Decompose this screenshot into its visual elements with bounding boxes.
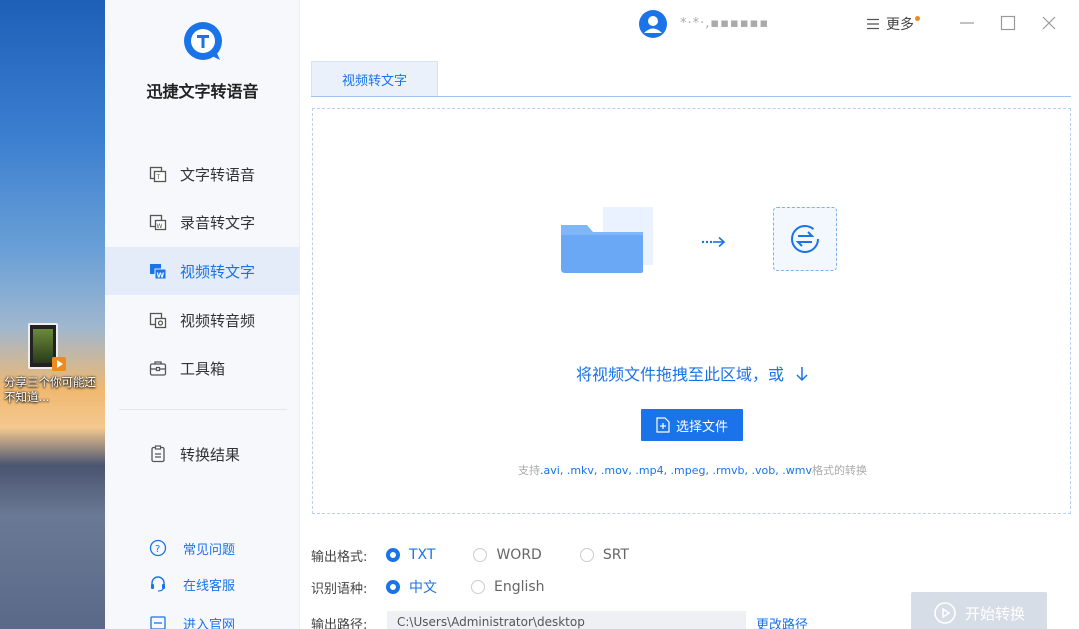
radio-label: 中文 — [409, 580, 437, 596]
video-to-text-icon: W — [150, 264, 167, 280]
close-icon — [1042, 16, 1056, 30]
output-format-label: 输出格式: — [311, 549, 368, 565]
select-file-button[interactable]: 选择文件 — [641, 409, 743, 441]
nav-label: 工具箱 — [180, 359, 226, 378]
format-radio-srt[interactable]: SRT — [579, 547, 629, 563]
desktop-background: 分享三个你可能还不知道... — [0, 0, 105, 629]
radio-circle — [386, 580, 400, 594]
format-radio-txt[interactable]: TXT — [386, 547, 435, 563]
sidebar: 迅捷文字转语音 T 文字转语音 W 录音转文字 W 视频转文字 视频转音频 工具… — [105, 0, 300, 629]
app-logo-icon — [184, 22, 222, 60]
convert-arrows-icon — [791, 225, 819, 253]
menu-lines-icon — [867, 18, 879, 30]
folder-icon — [561, 207, 653, 273]
change-path-link[interactable]: 更改路径 — [756, 614, 808, 629]
close-button[interactable] — [1038, 12, 1060, 34]
convert-target-box — [773, 207, 837, 271]
output-path-label: 输出路径: — [311, 617, 368, 629]
output-path-field[interactable]: C:\Users\Administrator\desktop — [387, 611, 746, 629]
website-label: 进入官网 — [183, 617, 236, 629]
sidebar-divider — [119, 409, 287, 410]
drop-hint-text: 将视频文件拖拽至此区域，或 — [575, 365, 784, 384]
nav-item-recording-to-text[interactable]: W 录音转文字 — [105, 198, 300, 246]
add-file-icon — [656, 417, 670, 433]
recording-to-text-icon: W — [149, 214, 167, 231]
language-label: 识别语种: — [311, 581, 368, 597]
app-name: 迅捷文字转语音 — [146, 82, 259, 101]
radio-circle — [471, 580, 485, 594]
radio-label: SRT — [602, 547, 629, 563]
notification-dot — [915, 16, 920, 21]
tab-underline — [311, 96, 1071, 97]
nav-item-video-to-text[interactable]: W 视频转文字 — [105, 247, 300, 295]
radio-label: English — [494, 579, 545, 595]
nav-label: 视频转文字 — [180, 262, 256, 281]
arrow-right-icon — [701, 236, 726, 248]
website-icon — [150, 616, 166, 629]
website-link[interactable]: 进入官网 — [105, 609, 300, 629]
svg-text:?: ? — [155, 544, 160, 555]
username: *·*·,▪▪▪▪▪▪ — [680, 16, 770, 31]
output-path-row: 输出路径: — [311, 612, 386, 629]
nav-item-results[interactable]: 转换结果 — [105, 430, 300, 478]
formats-prefix: 支持 — [518, 464, 541, 477]
radio-circle — [473, 548, 488, 562]
minimize-button[interactable] — [956, 12, 978, 34]
file-drop-zone[interactable]: 将视频文件拖拽至此区域，或 选择文件 支持.avi, .mkv, .mov, .… — [312, 108, 1071, 514]
nav-label: 转换结果 — [180, 445, 241, 464]
arrow-down-icon — [796, 367, 808, 382]
customer-service-link[interactable]: 在线客服 — [105, 570, 300, 598]
nav-item-text-to-speech[interactable]: T 文字转语音 — [105, 150, 300, 198]
svg-text:W: W — [157, 272, 165, 280]
faq-label: 常见问题 — [183, 542, 236, 558]
radio-label: TXT — [409, 547, 436, 563]
language-radio-english[interactable]: English — [471, 579, 545, 595]
user-avatar-icon[interactable] — [639, 10, 667, 38]
tab-video-to-text[interactable]: 视频转文字 — [311, 61, 438, 96]
nav-label: 视频转音频 — [180, 311, 256, 330]
select-file-label: 选择文件 — [675, 419, 728, 435]
toolbox-icon — [149, 361, 167, 376]
radio-circle — [386, 548, 400, 562]
start-convert-label: 开始转换 — [964, 604, 1025, 623]
play-circle-icon — [934, 602, 956, 624]
nav-item-video-to-audio[interactable]: 视频转音频 — [105, 296, 300, 344]
formats-suffix: 格式的转换 — [811, 464, 867, 477]
radio-circle — [579, 548, 594, 562]
minimize-icon — [960, 22, 974, 24]
headset-icon — [151, 576, 165, 592]
more-menu-button[interactable]: 更多 — [866, 14, 920, 34]
more-label: 更多 — [886, 17, 914, 33]
service-label: 在线客服 — [183, 578, 236, 594]
desktop-icon-label[interactable]: 分享三个你可能还不知道... — [4, 375, 104, 405]
video-to-audio-icon — [149, 312, 167, 329]
start-convert-button[interactable]: 开始转换 — [911, 592, 1047, 629]
nav-label: 录音转文字 — [180, 213, 256, 232]
svg-text:T: T — [156, 174, 161, 181]
play-badge-icon — [52, 357, 66, 371]
results-clipboard-icon — [151, 445, 165, 463]
language-radio-chinese[interactable]: 中文 — [386, 577, 437, 597]
maximize-icon — [1000, 15, 1016, 31]
question-circle-icon: ? — [149, 539, 167, 557]
output-format-row: 输出格式: TXT WORD SRT — [311, 544, 629, 566]
text-to-speech-icon: T — [149, 166, 167, 183]
desktop-video-file-icon[interactable] — [28, 323, 66, 371]
radio-label: WORD — [496, 547, 542, 563]
svg-text:W: W — [157, 223, 163, 230]
formats-list: .avi, .mkv, .mov, .mp4, .mpeg, .rmvb, .v… — [540, 464, 812, 477]
maximize-button[interactable] — [997, 12, 1019, 34]
supported-formats: 支持.avi, .mkv, .mov, .mp4, .mpeg, .rmvb, … — [313, 462, 1072, 478]
nav-item-toolbox[interactable]: 工具箱 — [105, 344, 300, 392]
faq-link[interactable]: ? 常见问题 — [105, 534, 300, 562]
drop-hint: 将视频文件拖拽至此区域，或 — [313, 361, 1072, 385]
nav-label: 文字转语音 — [180, 165, 256, 184]
language-row: 识别语种: 中文 English — [311, 576, 545, 598]
format-radio-word[interactable]: WORD — [473, 547, 542, 563]
